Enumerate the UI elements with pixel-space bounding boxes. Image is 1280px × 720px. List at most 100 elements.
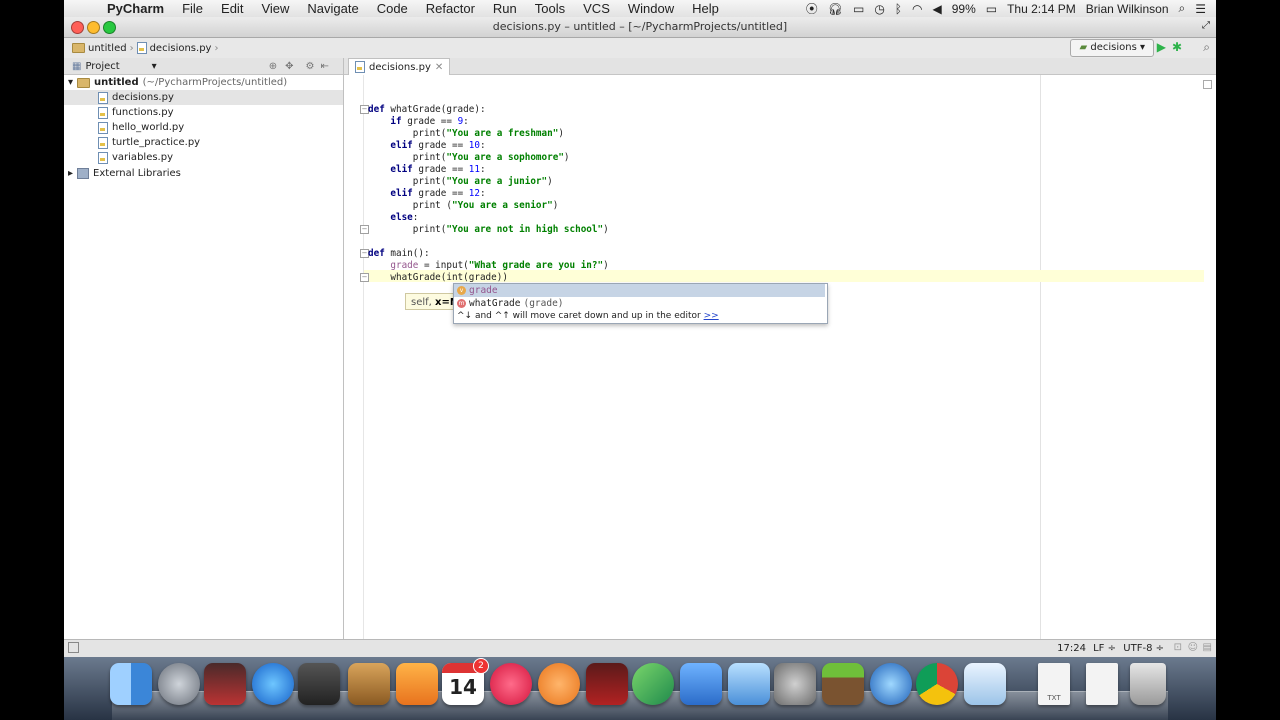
sync-icon[interactable]: ⊕ xyxy=(269,61,277,72)
battery-icon[interactable]: ▭ xyxy=(986,2,997,16)
menu-navigate[interactable]: Navigate xyxy=(298,0,367,17)
time-machine-icon[interactable]: ◷ xyxy=(874,2,884,16)
photo-slideshow-icon[interactable] xyxy=(586,663,628,705)
fullscreen-icon[interactable]: ⤢ xyxy=(1202,20,1210,31)
code-line[interactable]: print("You are a sophomore") xyxy=(368,152,570,164)
collapse-all-icon[interactable]: ✥ xyxy=(285,61,293,72)
launchpad-icon[interactable] xyxy=(158,663,200,705)
tree-file-decisions[interactable]: decisions.py xyxy=(64,90,343,105)
tree-root-project[interactable]: ▾ untitled (~/PycharmProjects/untitled) xyxy=(68,75,287,90)
pycharm-icon[interactable] xyxy=(632,663,674,705)
code-editor[interactable]: decisions.py ✕ − − − − def whatGrade(gra… xyxy=(344,58,1216,639)
finder-icon[interactable] xyxy=(110,663,152,705)
encoding-select[interactable]: UTF-8 ÷ xyxy=(1123,643,1164,654)
caret-position[interactable]: 17:24 xyxy=(1057,643,1086,654)
line-separator-select[interactable]: LF ÷ xyxy=(1093,643,1116,654)
code-line[interactable]: def main(): xyxy=(368,248,430,260)
menu-app-name[interactable]: PyCharm xyxy=(98,0,173,17)
inspector-icon[interactable]: ☺ xyxy=(1188,642,1198,653)
facetime-icon[interactable] xyxy=(298,663,340,705)
code-line[interactable]: print("You are a junior") xyxy=(368,176,553,188)
menu-refactor[interactable]: Refactor xyxy=(417,0,484,17)
menu-code[interactable]: Code xyxy=(368,0,417,17)
wifi-icon[interactable]: ◠ xyxy=(912,2,922,16)
tree-external-libraries[interactable]: ▸ External Libraries xyxy=(68,166,181,181)
itunes-icon[interactable] xyxy=(490,663,532,705)
tool-windows-toggle-icon[interactable] xyxy=(68,642,79,653)
document-icon[interactable] xyxy=(1086,663,1118,705)
system-preferences-icon[interactable] xyxy=(774,663,816,705)
chevron-down-icon[interactable]: ▾ xyxy=(152,61,157,72)
project-view-select[interactable]: Project xyxy=(85,61,119,72)
completion-item-whatgrade[interactable]: m whatGrade (grade) xyxy=(454,297,825,310)
battery-percent[interactable]: 99% xyxy=(952,2,976,16)
inspection-status-icon[interactable] xyxy=(1203,80,1212,89)
spotlight-search-icon[interactable]: ⌕ xyxy=(1179,1,1186,16)
notification-center-icon[interactable]: ☰ xyxy=(1195,2,1206,16)
calendar-icon[interactable]: 14 2 xyxy=(442,658,489,705)
quicktime-icon[interactable] xyxy=(870,663,912,705)
chrome-icon[interactable] xyxy=(916,663,958,705)
app-store-icon[interactable] xyxy=(252,663,294,705)
expand-arrow-icon[interactable]: ▾ xyxy=(68,75,73,90)
search-everywhere-icon[interactable]: ⌕ xyxy=(1203,40,1210,55)
editor-gutter[interactable] xyxy=(344,75,364,639)
record-icon[interactable]: ⦿ xyxy=(806,0,818,17)
hide-panel-icon[interactable]: ⇤ xyxy=(320,61,328,72)
airplay-icon[interactable]: ▭ xyxy=(853,2,864,16)
expand-arrow-icon[interactable]: ▸ xyxy=(68,166,73,181)
xcode-icon[interactable] xyxy=(680,663,722,705)
menu-edit[interactable]: Edit xyxy=(212,0,252,17)
menu-vcs[interactable]: VCS xyxy=(574,0,619,17)
pages-icon[interactable] xyxy=(396,663,438,705)
code-line[interactable]: print ("You are a senior") xyxy=(368,200,559,212)
code-line[interactable]: def whatGrade(grade): xyxy=(368,104,486,116)
tree-file-label: functions.py xyxy=(112,107,174,118)
preview-icon[interactable] xyxy=(964,663,1006,705)
trash-icon[interactable] xyxy=(1130,663,1166,705)
completion-hint-link[interactable]: >> xyxy=(704,311,719,321)
clock[interactable]: Thu 2:14 PM xyxy=(1007,2,1076,16)
event-log-icon[interactable]: ▤ xyxy=(1203,642,1212,653)
code-line[interactable]: else: xyxy=(368,212,418,224)
iphoto-icon[interactable] xyxy=(728,663,770,705)
minecraft-icon[interactable] xyxy=(822,663,864,705)
menu-window[interactable]: Window xyxy=(619,0,683,17)
menu-file[interactable]: File xyxy=(173,0,212,17)
code-line[interactable]: if grade == 9: xyxy=(368,116,468,128)
code-line[interactable]: elif grade == 12: xyxy=(368,188,485,200)
bluetooth-icon[interactable]: ᛒ xyxy=(895,2,902,16)
code-line[interactable]: grade = input("What grade are you in?") xyxy=(368,260,608,272)
headphones-icon[interactable]: 🎧︎ xyxy=(828,2,843,16)
editor-tab-decisions[interactable]: decisions.py ✕ xyxy=(348,58,451,75)
code-token: ) xyxy=(603,224,609,235)
close-tab-icon[interactable]: ✕ xyxy=(435,62,443,73)
code-line[interactable]: elif grade == 10: xyxy=(368,140,485,152)
contacts-icon[interactable] xyxy=(348,663,390,705)
text-file-icon[interactable]: TXT xyxy=(1038,663,1070,705)
menu-run[interactable]: Run xyxy=(484,0,526,17)
volume-icon[interactable]: ◀︎ xyxy=(932,2,941,16)
code-line[interactable]: print("You are not in high school") xyxy=(368,224,609,236)
run-configuration-select[interactable]: ▰ decisions ▾ xyxy=(1070,39,1154,57)
gear-icon[interactable]: ⚙ xyxy=(305,61,314,72)
run-icon[interactable]: ▶ xyxy=(1157,40,1166,54)
code-line[interactable]: print("You are a freshman") xyxy=(368,128,564,140)
menu-help[interactable]: Help xyxy=(683,0,728,17)
menu-view[interactable]: View xyxy=(252,0,298,17)
photo-booth-icon[interactable] xyxy=(204,663,246,705)
tree-file-hello-world[interactable]: hello_world.py xyxy=(98,120,184,135)
tree-file-functions[interactable]: functions.py xyxy=(98,105,174,120)
lock-icon[interactable]: ⊡ xyxy=(1174,642,1182,653)
menu-tools[interactable]: Tools xyxy=(526,0,574,17)
user-name[interactable]: Brian Wilkinson xyxy=(1086,2,1169,16)
debug-icon[interactable]: ✱ xyxy=(1172,40,1182,54)
run-configuration-label: decisions xyxy=(1090,42,1137,53)
breadcrumb-file[interactable]: decisions.py xyxy=(150,43,212,54)
breadcrumb-project[interactable]: untitled xyxy=(88,43,127,54)
tree-file-variables[interactable]: variables.py xyxy=(98,150,173,165)
code-line[interactable]: elif grade == 11: xyxy=(368,164,485,176)
completion-item-grade[interactable]: v grade xyxy=(454,284,825,297)
tree-file-turtle-practice[interactable]: turtle_practice.py xyxy=(98,135,200,150)
ibooks-icon[interactable] xyxy=(538,663,580,705)
